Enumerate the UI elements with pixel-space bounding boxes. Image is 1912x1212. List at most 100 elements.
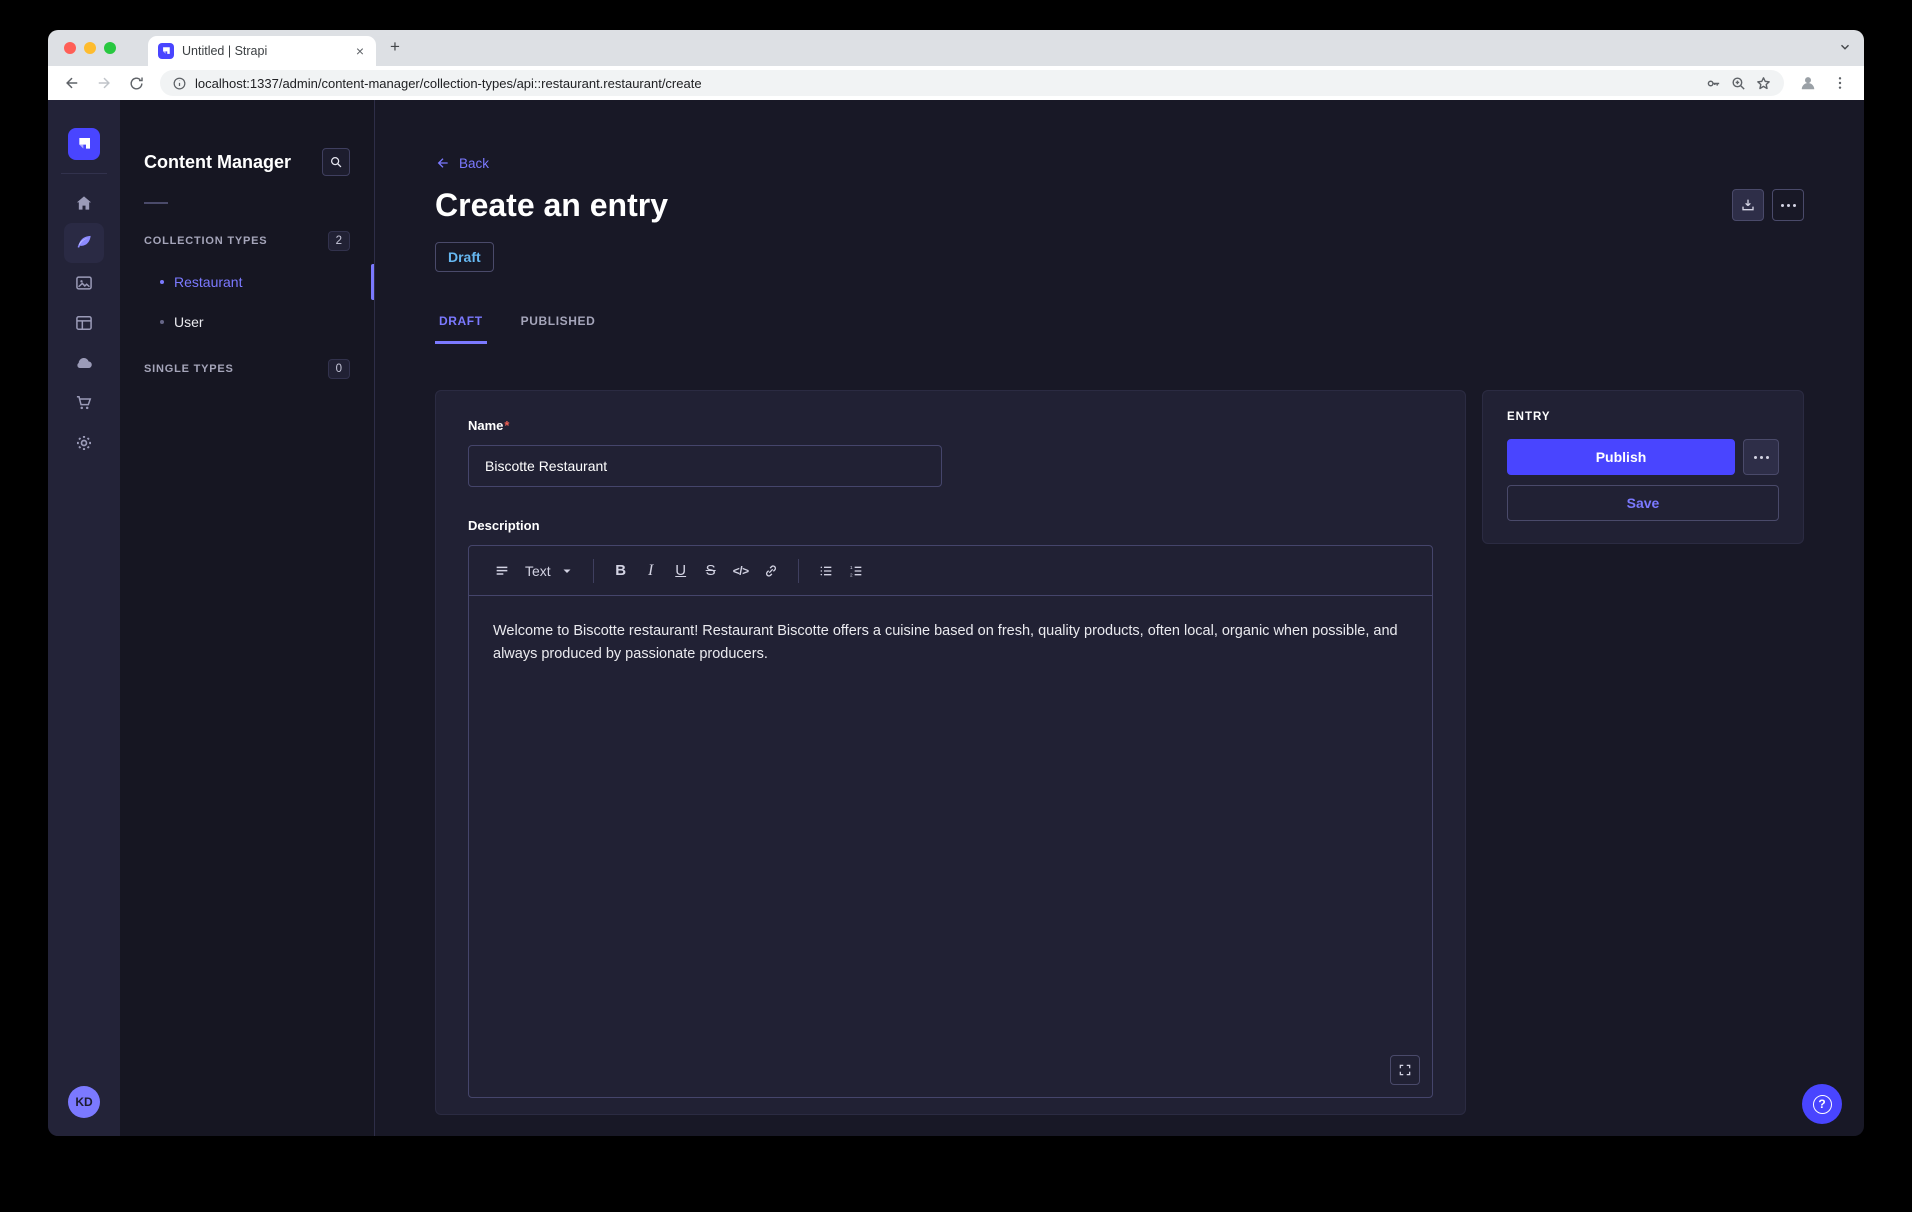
italic-button[interactable]: I [636,556,666,586]
sidebar-item-user[interactable]: User [144,302,350,342]
minimize-window-button[interactable] [84,42,96,54]
nav-home-icon[interactable] [64,183,104,223]
numbered-list-button[interactable]: 12 [841,556,871,586]
forward-nav-icon[interactable] [90,69,118,97]
import-export-button[interactable] [1732,189,1764,221]
back-arrow-icon [435,155,451,171]
url-bar[interactable]: localhost:1337/admin/content-manager/col… [160,70,1784,96]
block-type-select[interactable]: Text [517,556,581,586]
link-button[interactable] [756,556,786,586]
header-more-button[interactable] [1772,189,1804,221]
sidebar-item-restaurant[interactable]: Restaurant [144,262,350,302]
bookmark-star-icon[interactable] [1755,75,1772,92]
subnav-divider [144,202,168,204]
back-label: Back [459,156,489,171]
main-content: Back Create an entry Draft DRAFT PUBLISH… [375,100,1864,1136]
collection-types-section: COLLECTION TYPES 2 [144,232,350,250]
expand-editor-button[interactable] [1390,1055,1420,1085]
traffic-lights [64,42,116,54]
strapi-favicon-icon [158,43,174,59]
entry-form-card: Name* Description Text [435,390,1466,1115]
paragraph-style-icon[interactable] [487,556,517,586]
back-link[interactable]: Back [435,154,489,172]
subnav-title: Content Manager [144,152,291,173]
save-button[interactable]: Save [1507,485,1779,521]
active-item-indicator [371,264,374,300]
description-field-label: Description [468,518,540,533]
user-avatar[interactable]: KD [68,1086,100,1118]
bold-button[interactable]: B [606,556,636,586]
browser-toolbar: localhost:1337/admin/content-manager/col… [48,66,1864,100]
bulleted-list-button[interactable] [811,556,841,586]
bullet-icon [160,320,164,324]
svg-text:1: 1 [850,565,853,570]
block-type-value: Text [525,563,551,579]
strapi-admin-app: KD Content Manager COLLECTION TYPES 2 Re… [48,100,1864,1136]
main-nav: KD [48,100,120,1136]
single-types-label: SINGLE TYPES [144,363,234,375]
zoom-page-icon[interactable] [1730,75,1747,92]
name-field[interactable] [468,445,942,487]
more-icon [1781,204,1796,207]
single-types-count-badge: 0 [328,359,350,379]
description-field[interactable]: Welcome to Biscotte restaurant! Restaura… [469,596,1432,1097]
sidebar-item-label: Restaurant [174,274,242,290]
browser-profile-icon[interactable] [1794,69,1822,97]
code-button[interactable]: </> [726,556,756,586]
search-button[interactable] [322,148,350,176]
underline-button[interactable]: U [666,556,696,586]
single-types-section: SINGLE TYPES 0 [144,360,350,378]
close-tab-icon[interactable]: × [354,44,366,58]
strapi-logo-icon[interactable] [68,128,100,160]
status-badge: Draft [435,242,494,272]
tab-search-chevron-icon[interactable] [1838,40,1852,54]
reload-icon[interactable] [122,69,150,97]
tab-draft[interactable]: DRAFT [435,314,487,344]
more-icon [1754,456,1769,459]
content-manager-subnav: Content Manager COLLECTION TYPES 2 Resta… [120,100,375,1136]
password-manager-icon[interactable] [1705,75,1722,92]
close-window-button[interactable] [64,42,76,54]
description-rich-text-editor: Text B I U S </> [468,545,1433,1098]
nav-media-library-icon[interactable] [64,263,104,303]
tab-title: Untitled | Strapi [182,44,346,58]
page-title: Create an entry [435,187,668,224]
nav-marketplace-icon[interactable] [64,383,104,423]
svg-text:2: 2 [850,572,853,577]
entry-panel-title: ENTRY [1507,411,1779,423]
nav-settings-icon[interactable] [64,423,104,463]
nav-deploy-cloud-icon[interactable] [64,343,104,383]
zoom-window-button[interactable] [104,42,116,54]
site-info-icon[interactable] [172,76,187,91]
nav-divider [61,173,107,174]
entry-more-button[interactable] [1743,439,1779,475]
sidebar-item-label: User [174,314,204,330]
nav-content-manager-icon[interactable] [64,223,104,263]
collection-types-label: COLLECTION TYPES [144,235,267,247]
nav-content-type-builder-icon[interactable] [64,303,104,343]
browser-menu-icon[interactable] [1826,69,1854,97]
chevron-down-icon [561,565,573,577]
question-mark-icon: ? [1813,1095,1832,1114]
browser-tab[interactable]: Untitled | Strapi × [148,36,376,66]
entry-panel: ENTRY Publish Save [1482,390,1804,544]
publish-button[interactable]: Publish [1507,439,1735,475]
browser-window: Untitled | Strapi × + localhost:1337/adm… [48,30,1864,1136]
toolbar-divider [593,559,594,583]
tab-strip: Untitled | Strapi × + [48,30,1864,66]
download-icon [1740,197,1756,213]
version-tabs: DRAFT PUBLISHED [435,314,1804,344]
name-field-label: Name* [468,418,509,433]
new-tab-button[interactable]: + [390,38,400,55]
strikethrough-button[interactable]: S [696,556,726,586]
toolbar-divider [798,559,799,583]
expand-icon [1398,1063,1412,1077]
back-nav-icon[interactable] [58,69,86,97]
editor-toolbar: Text B I U S </> [469,546,1432,596]
url-text[interactable]: localhost:1337/admin/content-manager/col… [195,76,1697,91]
collection-types-count-badge: 2 [328,231,350,251]
tab-published[interactable]: PUBLISHED [517,314,600,344]
bullet-icon [160,280,164,284]
help-button[interactable]: ? [1802,1084,1842,1124]
required-asterisk: * [504,418,509,433]
